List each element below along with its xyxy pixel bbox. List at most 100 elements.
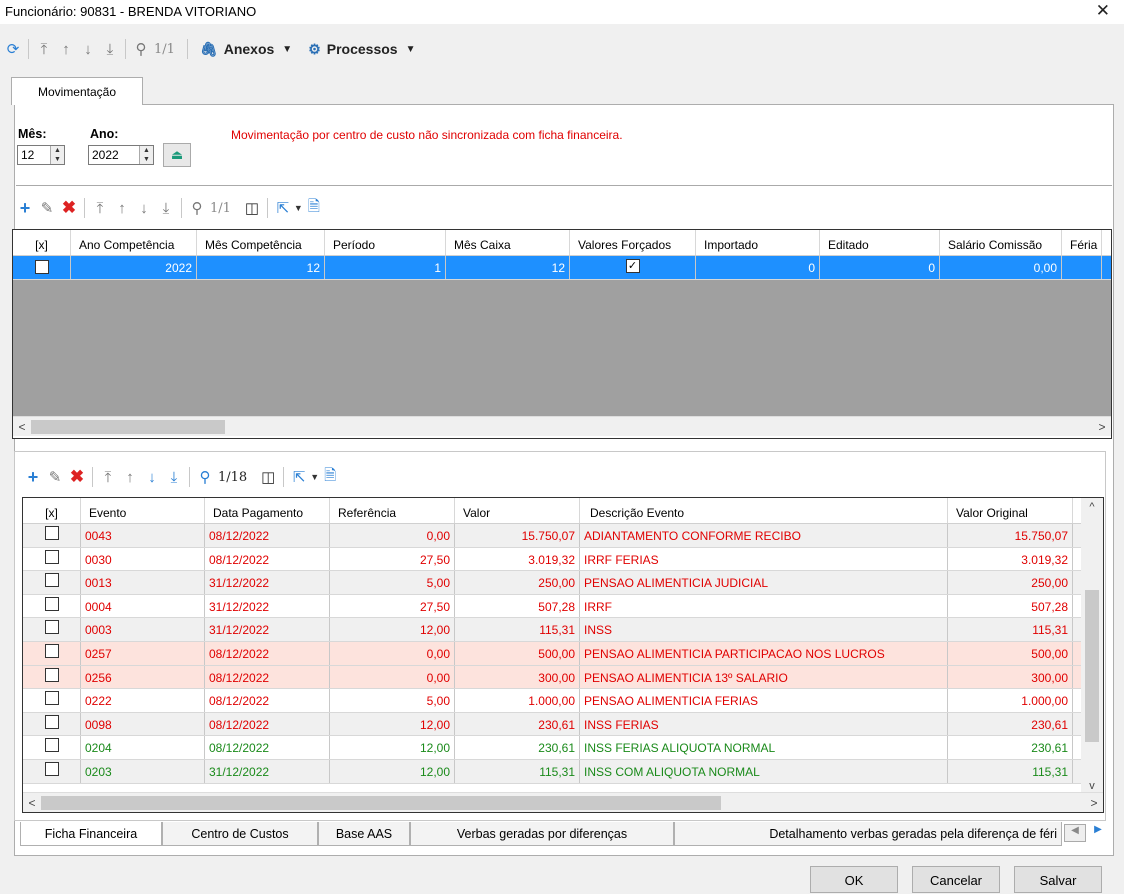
- scroll-thumb[interactable]: [41, 795, 721, 810]
- spinner-arrows-icon[interactable]: ▲ ▼: [50, 146, 64, 164]
- tab-detalhamento-verbas[interactable]: Detalhamento verbas geradas pela diferen…: [674, 822, 1062, 846]
- search-icon[interactable]: ⚲: [186, 197, 208, 219]
- col-header[interactable]: Editado: [820, 230, 940, 255]
- scroll-right-icon[interactable]: >: [1085, 796, 1103, 810]
- scroll-down-icon[interactable]: v: [1081, 780, 1103, 792]
- row-checkbox[interactable]: [44, 549, 59, 564]
- edit-icon[interactable]: ✎: [44, 466, 66, 488]
- table-row[interactable]: 0222 08/12/2022 5,00 1.000,00 PENSAO ALIMENT…: [23, 689, 1081, 713]
- delete-icon[interactable]: ✖: [58, 197, 80, 219]
- ano-value[interactable]: 2022: [89, 146, 139, 164]
- row-checkbox[interactable]: [44, 643, 59, 658]
- tab-ficha-financeira[interactable]: Ficha Financeira: [20, 822, 162, 846]
- caret-down-icon[interactable]: ▼: [310, 472, 319, 482]
- save-button[interactable]: Salvar: [1014, 866, 1102, 893]
- table-row[interactable]: 2022 12 1 12 ✓ 0 0 0,00: [13, 256, 1111, 280]
- tab-scroll-right-icon[interactable]: ▶: [1087, 824, 1109, 842]
- row-checkbox[interactable]: [44, 573, 59, 588]
- table-row[interactable]: 0257 08/12/2022 0,00 500,00 PENSAO ALIMENTIC…: [23, 641, 1081, 666]
- col-header[interactable]: [x]: [23, 498, 81, 523]
- col-header[interactable]: Importado: [696, 230, 820, 255]
- previous-record-icon[interactable]: ↑: [55, 38, 77, 60]
- caret-down-icon[interactable]: ▼: [294, 203, 303, 213]
- document-icon[interactable]: 🗎: [319, 466, 341, 488]
- first-record-icon[interactable]: ⤒: [97, 466, 119, 488]
- table-row[interactable]: 0004 31/12/2022 27,50 507,28 IRRF 507,28: [23, 594, 1081, 619]
- row-checkbox[interactable]: [44, 761, 59, 776]
- scroll-left-icon[interactable]: <: [23, 796, 41, 810]
- search-icon[interactable]: ⚲: [194, 466, 216, 488]
- col-header[interactable]: Ano Competência: [71, 230, 197, 255]
- processos-menu[interactable]: ⚙ Processos ▼: [308, 41, 415, 58]
- tab-base-aas[interactable]: Base AAS: [318, 822, 410, 846]
- col-header[interactable]: [x]: [13, 230, 71, 255]
- cancel-button[interactable]: Cancelar: [912, 866, 1000, 893]
- spinner-arrows-icon[interactable]: ▲ ▼: [139, 146, 153, 164]
- table-row[interactable]: 0204 08/12/2022 12,00 230,61 INSS FERIAS ALI…: [23, 736, 1081, 760]
- row-checkbox[interactable]: [44, 738, 59, 753]
- first-record-icon[interactable]: ⤒: [89, 197, 111, 219]
- grid2-hscrollbar[interactable]: < >: [23, 792, 1103, 812]
- refresh-icon[interactable]: ⟳: [2, 38, 24, 60]
- next-record-icon[interactable]: ↓: [141, 466, 163, 488]
- table-row[interactable]: 0003 31/12/2022 12,00 115,31 INSS 115,31: [23, 618, 1081, 642]
- mes-value[interactable]: 12: [18, 146, 50, 164]
- table-row[interactable]: 0043 08/12/2022 0,00 15.750,07 ADIANTAMENTO …: [23, 524, 1081, 548]
- add-icon[interactable]: +: [14, 197, 36, 219]
- col-header[interactable]: Féria: [1062, 230, 1102, 255]
- scroll-thumb[interactable]: [31, 419, 225, 434]
- table-row[interactable]: 0030 08/12/2022 27,50 3.019,32 IRRF FERIAS 3.…: [23, 547, 1081, 572]
- tab-scroll-left-icon[interactable]: ◀: [1064, 824, 1086, 842]
- scroll-right-icon[interactable]: >: [1093, 420, 1111, 434]
- search-icon[interactable]: ⚲: [130, 38, 152, 60]
- col-header[interactable]: Valor Original: [948, 498, 1073, 523]
- col-header[interactable]: Data Pagamento: [205, 498, 330, 523]
- close-icon[interactable]: ✕: [1096, 1, 1110, 21]
- table-row[interactable]: 0013 31/12/2022 5,00 250,00 PENSAO ALIMENTIC…: [23, 571, 1081, 595]
- col-header[interactable]: Descrição Evento: [580, 498, 948, 523]
- previous-record-icon[interactable]: ↑: [111, 197, 133, 219]
- ano-spinner[interactable]: 2022 ▲ ▼: [88, 145, 154, 165]
- edit-icon[interactable]: ✎: [36, 197, 58, 219]
- export-icon[interactable]: ⇱: [288, 466, 310, 488]
- sync-icon[interactable]: ⏏: [163, 143, 191, 167]
- tab-movimentacao[interactable]: Movimentação: [11, 77, 143, 105]
- next-record-icon[interactable]: ↓: [133, 197, 155, 219]
- document-icon[interactable]: 🗎: [303, 197, 325, 219]
- anexos-menu[interactable]: 🖇 Anexos ▼: [200, 41, 292, 58]
- row-checkbox[interactable]: [44, 714, 59, 729]
- col-header[interactable]: Mês Competência: [197, 230, 325, 255]
- tab-centro-de-custos[interactable]: Centro de Custos: [162, 822, 318, 846]
- col-header[interactable]: Salário Comissão: [940, 230, 1062, 255]
- col-header[interactable]: Valor: [455, 498, 580, 523]
- col-header[interactable]: Valores Forçados: [570, 230, 696, 255]
- mes-spinner[interactable]: 12 ▲ ▼: [17, 145, 65, 165]
- col-header[interactable]: Evento: [81, 498, 205, 523]
- table-row[interactable]: 0203 31/12/2022 12,00 115,31 INSS COM ALIQUO…: [23, 759, 1081, 784]
- table-row[interactable]: 0256 08/12/2022 0,00 300,00 PENSAO ALIMENTIC…: [23, 665, 1081, 690]
- ok-button[interactable]: OK: [810, 866, 898, 893]
- col-header[interactable]: Período: [325, 230, 446, 255]
- add-icon[interactable]: +: [22, 466, 44, 488]
- row-checkbox[interactable]: [44, 620, 59, 635]
- columns-icon[interactable]: ◫: [257, 466, 279, 488]
- grid1-hscrollbar[interactable]: < >: [13, 416, 1111, 436]
- last-record-icon[interactable]: ⤓: [99, 38, 121, 60]
- first-record-icon[interactable]: ⤒: [33, 38, 55, 60]
- delete-icon[interactable]: ✖: [66, 466, 88, 488]
- previous-record-icon[interactable]: ↑: [119, 466, 141, 488]
- row-checkbox[interactable]: [44, 667, 59, 682]
- row-checkbox[interactable]: [34, 260, 49, 274]
- col-header[interactable]: Referência: [330, 498, 455, 523]
- next-record-icon[interactable]: ↓: [77, 38, 99, 60]
- row-checkbox[interactable]: [44, 596, 59, 611]
- grid2-vscrollbar[interactable]: ^ v: [1081, 498, 1103, 794]
- last-record-icon[interactable]: ⤓: [155, 197, 177, 219]
- row-checkbox[interactable]: [44, 526, 59, 540]
- row-checkbox[interactable]: [44, 691, 59, 706]
- valores-forcados-checkbox[interactable]: ✓: [625, 259, 640, 273]
- table-row[interactable]: 0098 08/12/2022 12,00 230,61 INSS FERIAS 230,…: [23, 712, 1081, 737]
- scroll-up-icon[interactable]: ^: [1081, 498, 1103, 518]
- scroll-left-icon[interactable]: <: [13, 420, 31, 434]
- export-icon[interactable]: ⇱: [272, 197, 294, 219]
